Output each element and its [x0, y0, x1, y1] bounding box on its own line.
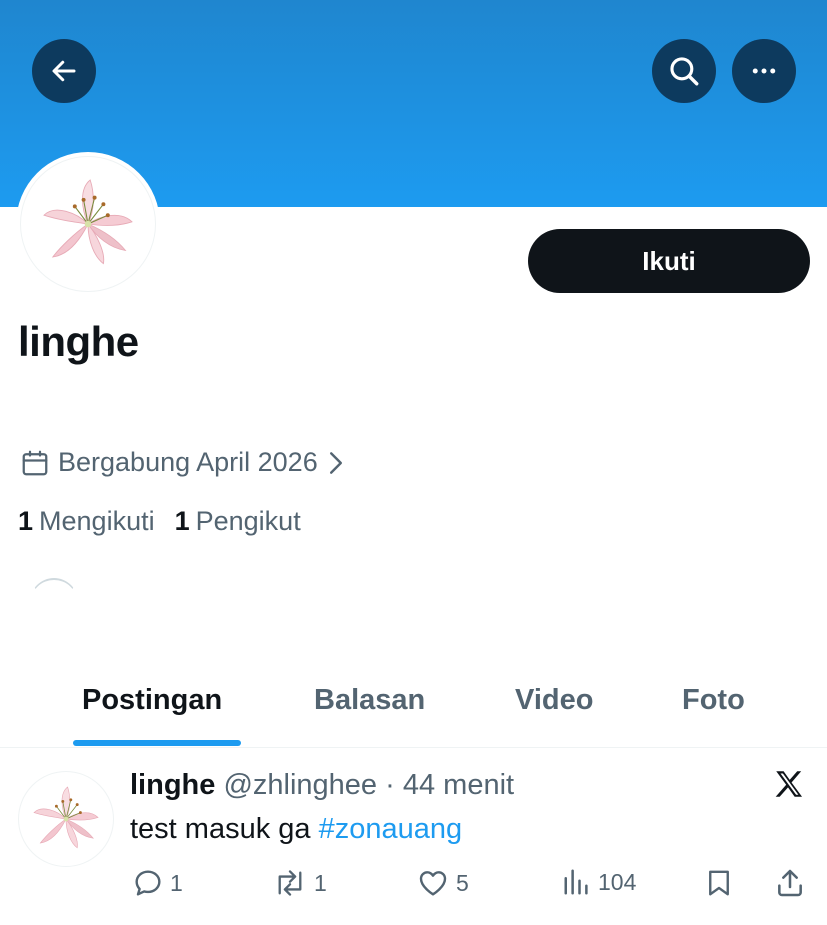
followers-link[interactable]: 1 Pengikut — [175, 506, 301, 537]
reply-button[interactable]: 1 — [132, 867, 183, 899]
more-horizontal-icon — [752, 68, 776, 74]
lily-flower-icon — [33, 786, 99, 849]
avatar-image — [20, 156, 156, 292]
repost-button[interactable]: 1 — [272, 867, 327, 899]
post-item[interactable]: linghe @zhlinghee · 44 menit test masuk … — [0, 749, 827, 925]
tab-foto[interactable]: Foto — [682, 684, 745, 717]
follow-button[interactable]: Ikuti — [528, 229, 810, 293]
post-author-name[interactable]: linghe — [130, 769, 215, 801]
joined-date-row[interactable]: Bergabung April 2026 — [20, 447, 344, 478]
share-button[interactable] — [774, 867, 806, 899]
lily-flower-icon — [43, 179, 133, 265]
views-button[interactable]: 104 — [562, 867, 636, 897]
calendar-icon — [22, 450, 48, 475]
tab-video[interactable]: Video — [515, 684, 593, 717]
following-count: 1 — [18, 506, 34, 536]
share-icon — [778, 869, 802, 897]
more-options-button[interactable] — [732, 39, 796, 103]
following-link[interactable]: 1 Mengikuti — [18, 506, 155, 537]
repost-count: 1 — [314, 869, 327, 896]
profile-tabs: Postingan Balasan Video Foto — [0, 660, 827, 748]
post-separator: · — [385, 769, 395, 801]
profile-display-name: linghe — [18, 318, 139, 365]
bookmark-button[interactable] — [704, 867, 734, 899]
follow-stats: 1 Mengikuti 1 Pengikut — [18, 506, 301, 537]
views-bar-chart-icon — [564, 869, 588, 895]
search-button[interactable] — [652, 39, 716, 103]
post-avatar[interactable] — [18, 771, 114, 867]
post-text: test masuk ga #zonauang — [130, 813, 462, 846]
post-actions: 1 1 5 104 — [0, 863, 827, 907]
profile-avatar[interactable] — [16, 152, 160, 296]
chevron-right-icon — [329, 451, 342, 474]
joined-date-text: Bergabung April 2026 — [58, 447, 318, 477]
tab-postingan[interactable]: Postingan — [82, 684, 222, 717]
view-count: 104 — [598, 868, 637, 895]
active-tab-indicator — [73, 740, 241, 746]
reply-icon — [135, 870, 161, 896]
post-header: linghe @zhlinghee · 44 menit — [130, 769, 514, 802]
x-logo-icon — [775, 771, 803, 797]
loading-avatar-placeholder — [30, 578, 78, 626]
reply-count: 1 — [170, 869, 183, 896]
bookmark-icon — [709, 870, 729, 896]
heart-icon — [419, 871, 447, 896]
like-count: 5 — [456, 869, 469, 896]
arrow-left-icon — [52, 60, 76, 82]
repost-icon — [278, 870, 302, 896]
back-button[interactable] — [32, 39, 96, 103]
post-author-handle[interactable]: @zhlinghee — [223, 769, 377, 801]
post-time[interactable]: 44 menit — [403, 769, 514, 801]
followers-label: Pengikut — [195, 506, 301, 536]
following-label: Mengikuti — [39, 506, 155, 536]
followers-count: 1 — [174, 506, 190, 536]
tab-balasan[interactable]: Balasan — [314, 684, 425, 717]
search-icon — [670, 57, 699, 86]
post-hashtag[interactable]: #zonauang — [319, 813, 463, 845]
post-body-text: test masuk ga — [130, 813, 311, 845]
like-button[interactable]: 5 — [416, 867, 469, 899]
